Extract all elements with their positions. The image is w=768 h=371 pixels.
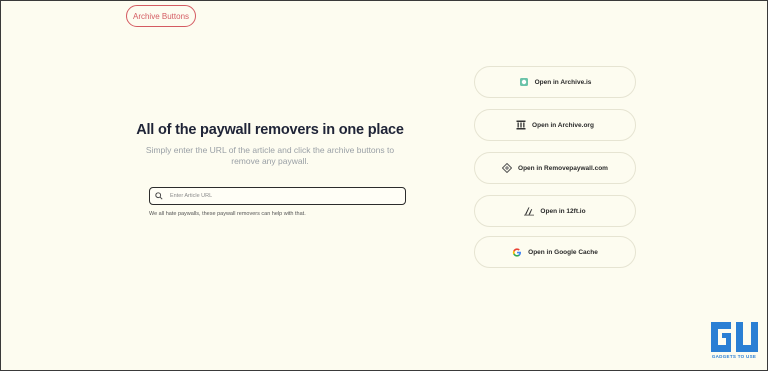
button-label: Open in 12ft.io xyxy=(540,207,586,215)
archive-is-icon xyxy=(519,77,529,87)
article-url-field[interactable] xyxy=(149,187,406,205)
open-archive-org-button[interactable]: Open in Archive.org xyxy=(474,109,636,141)
button-label: Open in Removepaywall.com xyxy=(518,164,608,172)
watermark-text: GADGETS TO USE xyxy=(711,354,757,359)
page-title: All of the paywall removers in one place xyxy=(136,122,404,138)
button-label: Open in Archive.is xyxy=(534,78,592,86)
page-subtitle: Simply enter the URL of the article and … xyxy=(145,145,395,166)
removepaywall-icon xyxy=(502,163,513,173)
google-icon xyxy=(512,247,522,257)
open-archive-is-button[interactable]: Open in Archive.is xyxy=(474,66,636,98)
archive-org-icon xyxy=(516,120,526,130)
button-label: Open in Google Cache xyxy=(528,248,598,256)
search-icon xyxy=(155,192,163,200)
button-label: Open in Archive.org xyxy=(532,121,594,129)
helper-text: We all hate paywalls, these paywall remo… xyxy=(149,211,306,217)
gadgets-to-use-logo: GADGETS TO USE xyxy=(707,320,761,364)
gu-logo-mark xyxy=(711,322,758,352)
article-url-input[interactable] xyxy=(168,192,392,200)
window-frame xyxy=(0,0,768,371)
ladder-icon xyxy=(524,206,535,216)
open-google-cache-button[interactable]: Open in Google Cache xyxy=(474,236,636,268)
open-removepaywall-button[interactable]: Open in Removepaywall.com xyxy=(474,152,636,184)
archive-buttons-pill[interactable]: Archive Buttons xyxy=(126,5,196,27)
open-12ft-button[interactable]: Open in 12ft.io xyxy=(474,195,636,227)
